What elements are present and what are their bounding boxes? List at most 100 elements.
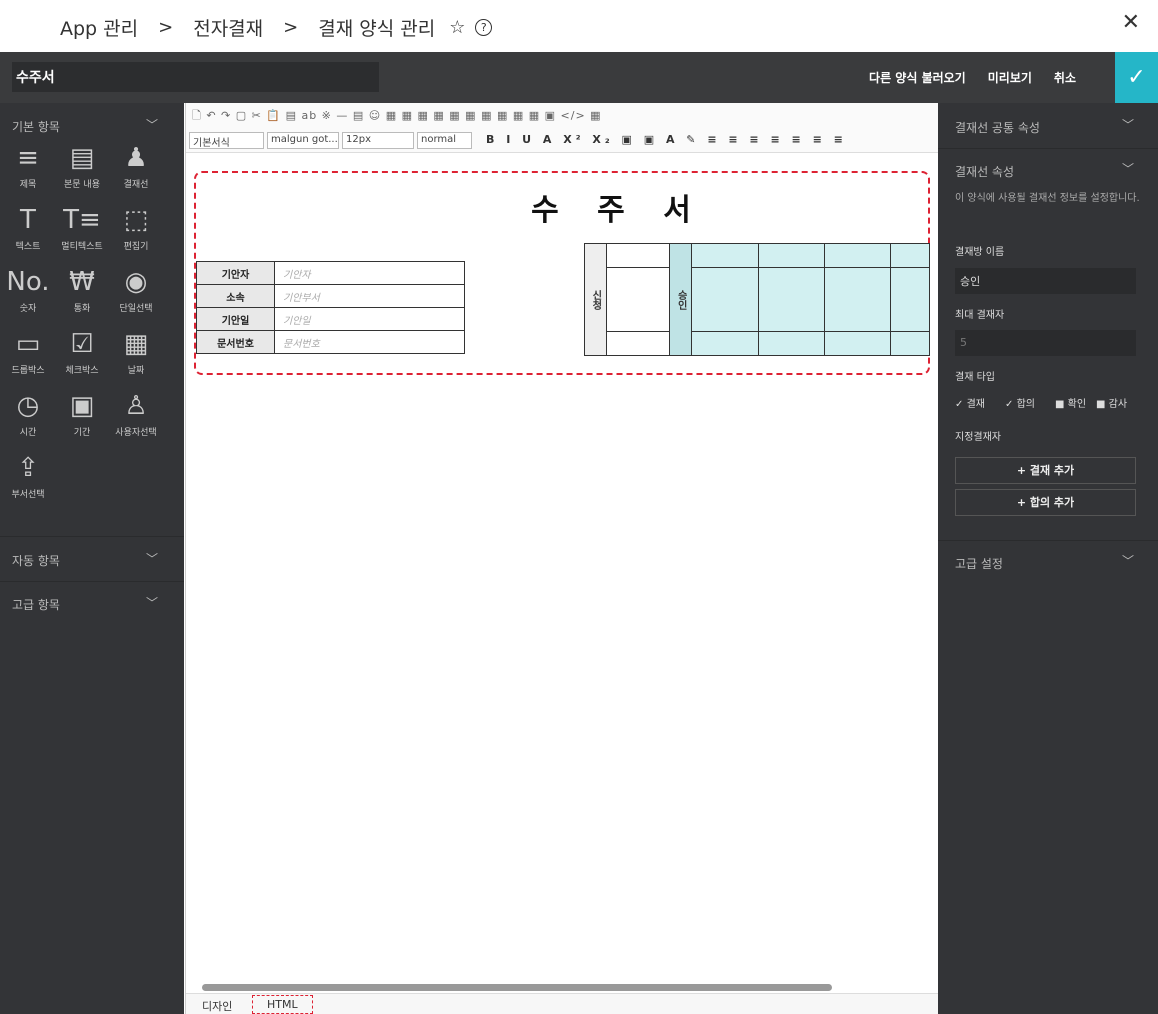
tool-body[interactable]: ▤ 본문 내용 (54, 143, 110, 190)
tool-label: 시간 (19, 428, 37, 438)
breadcrumb-app[interactable]: App 관리 (60, 14, 138, 41)
check-audit[interactable]: ■ 감사 (1096, 395, 1127, 410)
tool-label: 결재선 (123, 180, 149, 190)
star-icon[interactable]: ☆ (449, 17, 465, 38)
right-panel: 결재선 공통 속성 ﹀ 결재선 속성 ﹀ 이 양식에 사용될 결재선 정보를 설… (938, 103, 1158, 1014)
value-cell[interactable]: 문서번호 (274, 330, 465, 354)
approval-name-input[interactable] (955, 268, 1136, 294)
tool-dept-select[interactable]: ⇪ 부서선택 (0, 453, 56, 500)
tab-design[interactable]: 디자인 (202, 998, 232, 1014)
top-bar: App 관리 > 전자결재 > 결재 양식 관리 ☆ ? ✕ (0, 0, 1158, 52)
cancel-button[interactable]: 취소 (1054, 69, 1076, 86)
apply-header: 신청 (584, 243, 607, 356)
format-select[interactable]: 기본서식 (189, 132, 264, 149)
chevron-down-icon[interactable]: ﹀ (1122, 552, 1134, 569)
multitext-icon: T≡ (63, 205, 101, 235)
tool-label: 부서선택 (11, 490, 45, 500)
tool-label: 단일선택 (119, 304, 153, 314)
tool-dropbox[interactable]: ▭ 드롭박스 (0, 329, 56, 376)
chevron-down-icon[interactable]: ﹀ (146, 116, 158, 133)
close-icon[interactable]: ✕ (1122, 10, 1140, 35)
radio-icon: ◉ (124, 267, 148, 297)
value-cell[interactable]: 기안부서 (274, 284, 465, 308)
approve-header: 승인 (669, 243, 693, 356)
form-title-input[interactable] (12, 62, 379, 92)
check-confirm[interactable]: ■ 확인 (1055, 395, 1086, 410)
auto-items-title[interactable]: 자동 항목 (12, 552, 60, 569)
props-title[interactable]: 결재선 속성 (955, 163, 1014, 180)
tool-period[interactable]: ▣ 기간 (54, 391, 110, 438)
toolbar-row-1[interactable]: 🗋 ↶ ↷ ▢ ✂ 📋 ▤ ab ※ — ▤ ☺ ▦ ▦ ▦ ▦ ▦ ▦ ▦ ▦… (192, 107, 602, 126)
tool-approval-line[interactable]: ♟ 결재선 (108, 143, 164, 190)
common-props-title[interactable]: 결재선 공통 속성 (955, 119, 1040, 136)
tool-editor[interactable]: ⬚ 편집기 (108, 205, 164, 252)
tool-label: 사용자선택 (115, 428, 157, 438)
tool-label: 체크박스 (65, 366, 99, 376)
advanced-items-title[interactable]: 고급 항목 (12, 596, 60, 613)
tool-text[interactable]: T 텍스트 (0, 205, 56, 252)
help-icon[interactable]: ? (475, 19, 493, 36)
tool-label: 드롭박스 (11, 366, 45, 376)
basic-items-title[interactable]: 기본 항목 (12, 118, 60, 135)
horizontal-scrollbar[interactable] (202, 984, 832, 991)
breadcrumb-approval[interactable]: 전자결재 (193, 14, 263, 41)
breadcrumb-form-manage: 결재 양식 관리 (318, 18, 436, 40)
chevron-down-icon[interactable]: ﹀ (1122, 116, 1134, 133)
breadcrumb: App 관리 > 전자결재 > 결재 양식 관리 ☆ ? (60, 14, 493, 41)
check-agree[interactable]: ✓ 합의 (1005, 395, 1035, 410)
divider (938, 540, 1158, 541)
value-cell[interactable]: 기안일 (274, 307, 465, 331)
tool-checkbox[interactable]: ☑ 체크박스 (54, 329, 110, 376)
editor-toolbar: 🗋 ↶ ↷ ▢ ✂ 📋 ▤ ab ※ — ▤ ☺ ▦ ▦ ▦ ▦ ▦ ▦ ▦ ▦… (186, 103, 938, 153)
font-name-select[interactable]: malgun got... (267, 132, 339, 149)
tool-radio[interactable]: ◉ 단일선택 (108, 267, 164, 314)
dropbox-icon: ▭ (15, 329, 41, 359)
editor-area: 🗋 ↶ ↷ ▢ ✂ 📋 ▤ ab ※ — ▤ ☺ ▦ ▦ ▦ ▦ ▦ ▦ ▦ ▦… (185, 103, 938, 1014)
divider (0, 536, 184, 537)
add-approval-button[interactable]: + 결재 추가 (955, 457, 1136, 484)
tool-user-select[interactable]: ♙ 사용자선택 (108, 391, 164, 438)
user-select-icon: ♙ (124, 391, 148, 421)
check-approval[interactable]: ✓ 결재 (955, 395, 985, 410)
chevron-down-icon[interactable]: ﹀ (1122, 160, 1134, 177)
form-header: 다른 양식 불러오기 미리보기 취소 ✓ (0, 52, 1158, 103)
body-icon: ▤ (69, 143, 95, 173)
currency-icon: ₩ (69, 267, 95, 297)
tool-number[interactable]: No. 숫자 (0, 267, 56, 314)
name-label: 결재방 이름 (955, 247, 1005, 258)
max-approver-select[interactable]: 5 (955, 330, 1136, 356)
tool-currency[interactable]: ₩ 통화 (54, 267, 110, 314)
font-weight-select[interactable]: normal (417, 132, 472, 149)
chevron-down-icon[interactable]: ﹀ (146, 594, 158, 611)
type-label: 결재 타입 (955, 372, 995, 383)
tool-label: 멀티텍스트 (61, 242, 103, 252)
left-sidebar: 기본 항목 ﹀ ≡ 제목 ▤ 본문 내용 ♟ 결재선 T 텍스트 T≡ 멀티텍스트 ⬚ 편집기 No. 숫… (0, 103, 184, 1014)
divider (938, 148, 1158, 149)
type-label-text: 확인 (1067, 399, 1087, 410)
props-desc: 이 양식에 사용될 결재선 정보를 설정합니다. (955, 193, 1140, 204)
dept-select-icon: ⇪ (17, 453, 39, 483)
tool-date[interactable]: ▦ 날짜 (108, 329, 164, 376)
font-size-select[interactable]: 12px (342, 132, 414, 149)
preview-button[interactable]: 미리보기 (988, 69, 1032, 86)
add-agree-button[interactable]: + 합의 추가 (955, 489, 1136, 516)
tool-label: 본문 내용 (64, 180, 100, 190)
tool-label: 날짜 (127, 366, 145, 376)
toolbar-row-2[interactable]: B I U A X² X₂ ▣ ▣ A ✎ ≡ ≡ ≡ ≡ ≡ ≡ ≡ (486, 133, 847, 146)
editor-mode-tabs: 디자인 HTML (186, 993, 938, 1014)
chevron-right-icon: > (158, 17, 174, 38)
load-form-button[interactable]: 다른 양식 불러오기 (869, 69, 966, 86)
tool-time[interactable]: ◷ 시간 (0, 391, 56, 438)
tool-title[interactable]: ≡ 제목 (0, 143, 56, 190)
value-cell[interactable]: 기안자 (274, 261, 465, 285)
tool-multitext[interactable]: T≡ 멀티텍스트 (54, 205, 110, 252)
tab-html[interactable]: HTML (252, 995, 313, 1014)
number-icon: No. (6, 267, 50, 297)
chevron-down-icon[interactable]: ﹀ (146, 550, 158, 567)
confirm-button[interactable]: ✓ (1115, 52, 1158, 103)
type-label-text: 합의 (1016, 399, 1035, 410)
form-document[interactable]: 수 주 서 기안자 기안자 소속 기안부서 기안일 기안일 문서번호 문서번호 신청 승… (194, 171, 930, 375)
label-cell: 기안일 (196, 307, 275, 331)
advanced-settings-title[interactable]: 고급 설정 (955, 555, 1003, 572)
approval-table[interactable]: 신청 승인 (584, 243, 930, 356)
